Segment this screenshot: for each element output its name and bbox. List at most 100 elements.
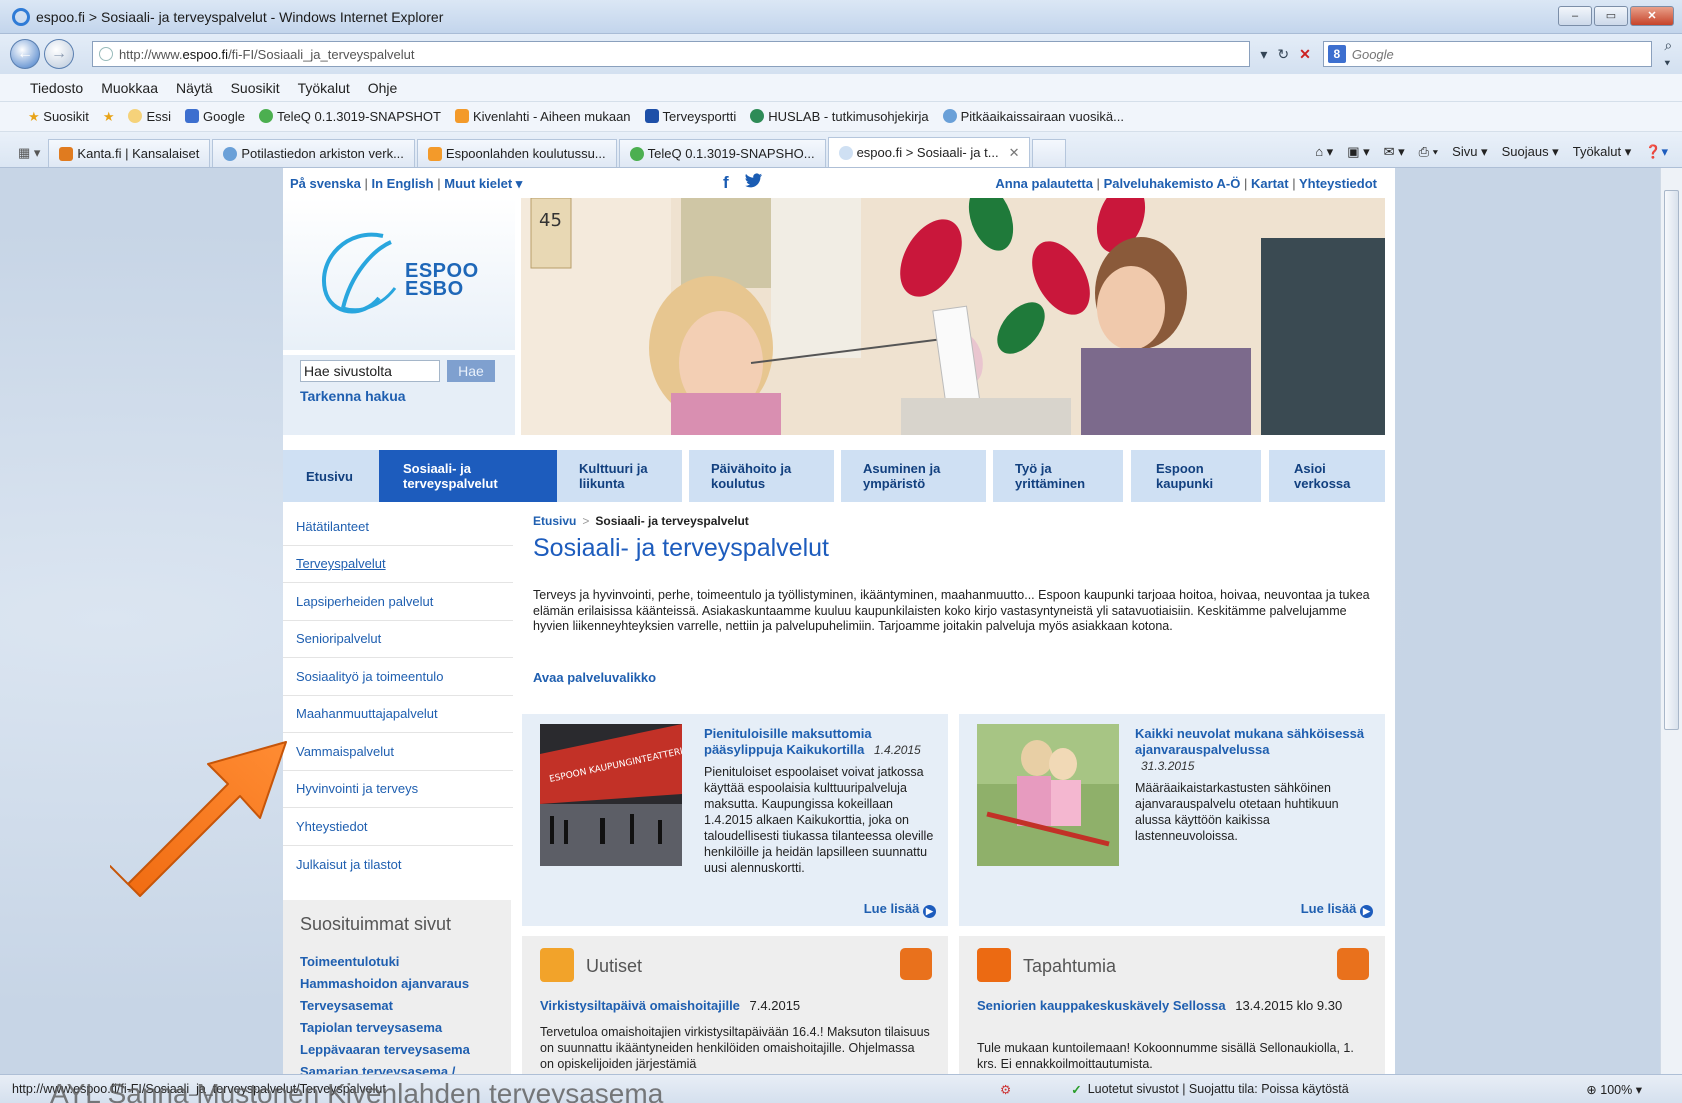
- read-more-link[interactable]: Lue lisää ▶: [864, 901, 936, 918]
- stop-icon[interactable]: ✕: [1299, 46, 1311, 63]
- home-icon[interactable]: ⌂ ▾: [1315, 144, 1333, 160]
- leftnav-julkaisut[interactable]: Julkaisut ja tilastot: [283, 846, 513, 884]
- dropdown-icon[interactable]: ▾: [1260, 46, 1267, 63]
- facebook-icon[interactable]: f: [723, 173, 729, 194]
- read-more-link[interactable]: Lue lisää ▶: [1301, 901, 1373, 918]
- favorite-item-essi[interactable]: Essi: [128, 109, 171, 124]
- nav-espoon-kaupunki[interactable]: Espoon kaupunki: [1131, 450, 1261, 502]
- feeds-icon[interactable]: ▣ ▾: [1347, 144, 1369, 160]
- nav-paivahoito[interactable]: Päivähoito ja koulutus: [689, 450, 834, 502]
- site-search-input[interactable]: Hae sivustolta: [300, 360, 440, 382]
- leftnav-lapsiperheiden-palvelut[interactable]: Lapsiperheiden palvelut: [283, 583, 513, 621]
- print-icon[interactable]: ⎙ ▾: [1419, 144, 1438, 160]
- close-tab-icon[interactable]: ✕: [1009, 145, 1020, 161]
- news-title[interactable]: Pienituloisille maksuttomia pääsylippuja…: [704, 726, 934, 758]
- service-menu-link[interactable]: Avaa palveluvalikko: [533, 670, 656, 685]
- rss-icon[interactable]: [900, 948, 932, 980]
- lang-other-link[interactable]: Muut kielet ▾: [444, 176, 522, 191]
- nav-divider: [1123, 450, 1131, 502]
- tab-espoonlahden[interactable]: Espoonlahden koulutussu...: [416, 139, 617, 167]
- leftnav-vammaispalvelut[interactable]: Vammaispalvelut: [283, 733, 513, 771]
- refresh-icon[interactable]: ↻: [1277, 46, 1289, 63]
- new-tab-button[interactable]: [1032, 139, 1067, 167]
- nav-asuminen[interactable]: Asuminen ja ympäristö: [841, 450, 986, 502]
- refine-search-link[interactable]: Tarkenna hakua: [300, 388, 406, 404]
- close-window-button[interactable]: ✕: [1630, 6, 1674, 26]
- page-menu[interactable]: Sivu ▾: [1452, 144, 1487, 160]
- maps-link[interactable]: Kartat: [1251, 176, 1289, 191]
- url-field[interactable]: http://www. espoo.fi/fi-FI/Sosiaali_ja_te…: [91, 41, 1251, 67]
- tab-teleq[interactable]: TeleQ 0.1.3019-SNAPSHO...: [618, 139, 826, 167]
- leftnav-maahanmuuttajapalvelut[interactable]: Maahanmuuttajapalvelut: [283, 696, 513, 733]
- favorite-item-kivenlahti[interactable]: Kivenlahti - Aiheen mukaan: [454, 109, 631, 124]
- nav-kulttuuri[interactable]: Kulttuuri ja liikunta: [557, 450, 682, 502]
- menu-favorites[interactable]: Suosikit: [231, 80, 280, 96]
- logo-line-esbo: ESBO: [405, 278, 464, 300]
- feed-item[interactable]: Virkistysiltapäivä omaishoitajille 7.4.2…: [540, 998, 800, 1013]
- news-title[interactable]: Kaikki neuvolat mukana sähköisessä ajanv…: [1135, 726, 1371, 774]
- main-navigation: Etusivu Sosiaali- ja terveyspalvelut Kul…: [283, 450, 1385, 502]
- popular-link[interactable]: Terveysasemat: [300, 995, 470, 1017]
- popup-blocker-icon[interactable]: ⚙: [1000, 1082, 1011, 1097]
- add-favorite-icon[interactable]: ★: [103, 109, 115, 125]
- favorite-item-google[interactable]: Google: [185, 109, 245, 124]
- contact-link[interactable]: Yhteystiedot: [1299, 176, 1377, 191]
- google-search-field[interactable]: 8 Google: [1322, 41, 1653, 67]
- tab-kanta[interactable]: Kanta.fi | Kansalaiset: [48, 139, 211, 167]
- security-zone[interactable]: ✓ Luotetut sivustot | Suojattu tila: Pois…: [1071, 1082, 1349, 1097]
- leftnav-hyvinvointi[interactable]: Hyvinvointi ja terveys: [283, 771, 513, 808]
- breadcrumb-home[interactable]: Etusivu: [533, 514, 576, 528]
- leftnav-senioripalvelut[interactable]: Senioripalvelut: [283, 621, 513, 658]
- lang-swedish-link[interactable]: På svenska: [290, 176, 361, 191]
- quick-tabs-icon[interactable]: ▦ ▾: [18, 145, 40, 161]
- search-icon[interactable]: ⌕ ▾: [1664, 37, 1682, 71]
- popular-link[interactable]: Samarian terveysasema /: [300, 1061, 470, 1074]
- back-button[interactable]: ←: [10, 39, 40, 69]
- tools-menu[interactable]: Työkalut ▾: [1573, 144, 1632, 160]
- menu-edit[interactable]: Muokkaa: [101, 80, 158, 96]
- vertical-scrollbar[interactable]: [1660, 168, 1682, 1074]
- favorite-item-pitkaaikaissairaan[interactable]: Pitkäaikaissairaan vuosikä...: [942, 109, 1124, 124]
- scrollbar-thumb[interactable]: [1664, 190, 1679, 730]
- leftnav-hatatilanteet[interactable]: Hätätilanteet: [283, 508, 513, 546]
- leftnav-terveyspalvelut[interactable]: Terveyspalvelut: [283, 546, 513, 583]
- menu-view[interactable]: Näytä: [176, 80, 213, 96]
- feedback-link[interactable]: Anna palautetta: [995, 176, 1093, 191]
- menu-tools[interactable]: Työkalut: [298, 80, 350, 96]
- rss-icon[interactable]: [1337, 948, 1369, 980]
- favorite-item-terveysportti[interactable]: Terveysportti: [644, 109, 736, 124]
- favorite-item-teleq[interactable]: TeleQ 0.1.3019-SNAPSHOT: [258, 109, 441, 124]
- tab-potilastiedon[interactable]: Potilastiedon arkiston verk...: [212, 139, 415, 167]
- feed-item[interactable]: Seniorien kauppakeskuskävely Sellossa 13…: [977, 998, 1342, 1013]
- popular-link[interactable]: Toimeentulotuki: [300, 951, 470, 973]
- forward-button[interactable]: →: [43, 39, 74, 69]
- help-icon[interactable]: ❓▾: [1645, 144, 1668, 160]
- favorite-item-huslab[interactable]: HUSLAB - tutkimusohjekirja: [750, 109, 929, 124]
- overlay-caption: AYL Sanna Mustonen Kivenlahden terveysas…: [50, 1078, 664, 1103]
- twitter-icon[interactable]: [744, 173, 763, 194]
- safety-menu[interactable]: Suojaus ▾: [1502, 144, 1559, 160]
- service-directory-link[interactable]: Palveluhakemisto A-Ö: [1104, 176, 1241, 191]
- favorites-button[interactable]: ★ Suosikit: [28, 109, 89, 125]
- popular-link[interactable]: Hammashoidon ajanvaraus: [300, 973, 470, 995]
- address-tools: ▾ ↻ ✕: [1260, 46, 1311, 63]
- social-links: f: [723, 173, 763, 194]
- nav-sosiaali[interactable]: Sosiaali- ja terveyspalvelut: [379, 450, 557, 502]
- menu-file[interactable]: Tiedosto: [30, 80, 83, 96]
- menu-help[interactable]: Ohje: [368, 80, 398, 96]
- minimize-button[interactable]: ‒: [1558, 6, 1592, 26]
- lang-english-link[interactable]: In English: [371, 176, 433, 191]
- maximize-button[interactable]: ▭: [1594, 6, 1628, 26]
- nav-etusivu[interactable]: Etusivu: [283, 450, 379, 502]
- nav-tyo[interactable]: Työ ja yrittäminen: [993, 450, 1123, 502]
- mail-icon[interactable]: ✉ ▾: [1384, 144, 1405, 160]
- popular-link[interactable]: Leppävaaran terveysasema: [300, 1039, 470, 1061]
- popular-link[interactable]: Tapiolan terveysasema: [300, 1017, 470, 1039]
- nav-asioi-verkossa[interactable]: Asioi verkossa: [1269, 450, 1385, 502]
- search-button[interactable]: Hae: [447, 360, 495, 382]
- zoom-control[interactable]: ⊕ 100% ▾: [1586, 1082, 1682, 1097]
- tab-espoo-active[interactable]: espoo.fi > Sosiaali- ja t... ✕: [827, 137, 1031, 167]
- leftnav-yhteystiedot[interactable]: Yhteystiedot: [283, 808, 513, 846]
- espoo-logo[interactable]: ESPOO ESBO: [283, 198, 515, 350]
- leftnav-sosiaalityo[interactable]: Sosiaalityö ja toimeentulo: [283, 658, 513, 696]
